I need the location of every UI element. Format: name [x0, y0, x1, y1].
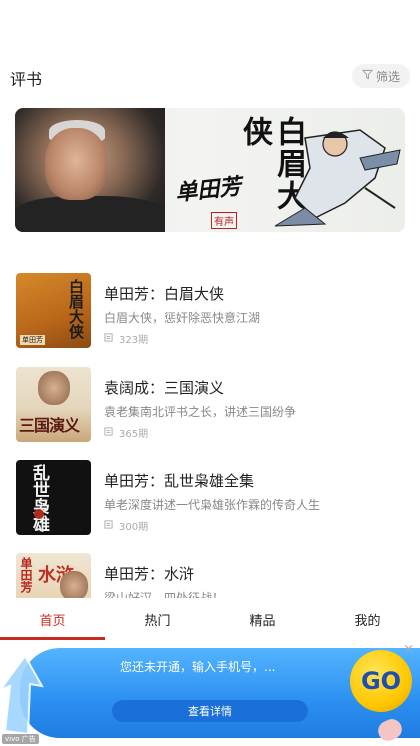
cover-image: 乱世枭雄 — [16, 460, 91, 535]
bottom-tab-bar: 首页 热门 精品 我的 — [0, 598, 420, 640]
item-title: 单田芳：乱世枭雄全集 — [104, 472, 255, 490]
tab-premium[interactable]: 精品 — [210, 598, 315, 640]
arrow-icon — [0, 656, 44, 736]
episode-count: 323期 — [104, 331, 148, 346]
tab-hot[interactable]: 热门 — [105, 598, 210, 640]
banner-seal: 有声 — [211, 212, 237, 229]
episodes-icon — [104, 332, 113, 345]
episodes-icon — [104, 426, 113, 439]
filter-button[interactable]: 筛选 — [352, 64, 410, 88]
cover-title: 单田芳 — [19, 557, 33, 593]
go-button[interactable]: GO — [350, 650, 412, 712]
item-title: 袁阔成：三国演义 — [104, 379, 225, 397]
cover-badge: 单田芳 — [20, 335, 45, 345]
view-details-button[interactable]: 查看详情 — [112, 700, 308, 722]
featured-banner[interactable]: 白眉大侠 单田芳 有声 — [15, 108, 405, 232]
episode-count-text: 300期 — [119, 522, 149, 533]
cover-image: 三国演义 — [16, 367, 91, 442]
promo-banner[interactable]: 您还未开通，输入手机号，... 查看详情 GO × vivo 广告 — [0, 640, 420, 746]
tab-home[interactable]: 首页 — [0, 598, 105, 640]
episode-count-text: 323期 — [119, 335, 149, 346]
list-item[interactable]: 乱世枭雄 单田芳：乱世枭雄全集 单老深度讲述一代枭雄张作霖的传奇人生 300期 — [0, 460, 420, 538]
filter-icon — [361, 69, 374, 83]
item-description: 袁老集南北评书之长，讲述三国纷争 — [104, 405, 297, 419]
tab-mine[interactable]: 我的 — [315, 598, 420, 640]
page-header: 评书 筛选 — [0, 62, 420, 92]
promo-message: 您还未开通，输入手机号，... — [120, 660, 276, 674]
banner-portrait-image — [15, 108, 165, 232]
item-title: 单田芳：白眉大侠 — [104, 285, 225, 303]
list-item[interactable]: 白眉大侠 单田芳 单田芳：白眉大侠 白眉大侠，惩奸除恶快意江湖 323期 — [0, 273, 420, 351]
cover-title: 白眉大侠 — [67, 279, 85, 339]
list-item[interactable]: 三国演义 袁阔成：三国演义 袁老集南北评书之长，讲述三国纷争 365期 — [0, 367, 420, 445]
episode-count: 300期 — [104, 518, 148, 533]
item-description: 单老深度讲述一代枭雄张作霖的传奇人生 — [104, 498, 321, 512]
close-icon[interactable]: × — [403, 642, 414, 657]
cover-title: 乱世枭雄 — [29, 464, 49, 532]
filter-label: 筛选 — [375, 69, 400, 84]
cover-title: 三国演义 — [19, 416, 80, 435]
banner-signature: 单田芳 — [174, 173, 243, 207]
ad-tag: vivo 广告 — [2, 734, 39, 744]
episodes-icon — [104, 519, 113, 532]
page-title: 评书 — [10, 70, 43, 89]
cover-image: 白眉大侠 单田芳 — [16, 273, 91, 348]
item-title: 单田芳：水浒 — [104, 565, 195, 583]
status-bar — [0, 0, 420, 52]
episode-count-text: 365期 — [119, 429, 149, 440]
banner-hero-illustration — [274, 129, 401, 227]
item-description: 白眉大侠，惩奸除恶快意江湖 — [104, 311, 261, 325]
episode-count: 365期 — [104, 425, 148, 440]
